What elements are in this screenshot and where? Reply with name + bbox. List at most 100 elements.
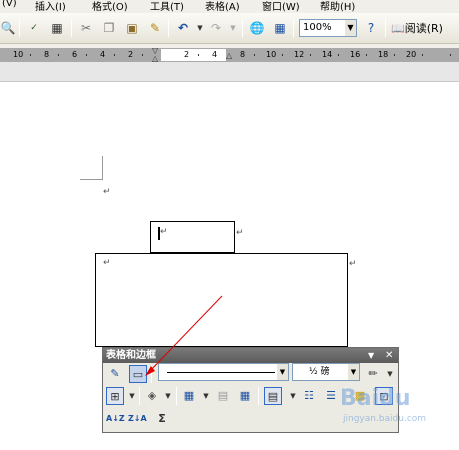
read-button[interactable]: 📖阅读(R) (391, 20, 443, 37)
ruler-tick: 4 (100, 50, 106, 59)
tables-borders-icon[interactable]: ▦ (272, 20, 288, 36)
chevron-down-icon[interactable]: ▼ (345, 20, 356, 36)
ruler-dot (198, 54, 199, 56)
ruler-dot (114, 54, 115, 56)
ruler-tick: 8 (44, 50, 50, 59)
ruler-tick: 12 (294, 50, 305, 59)
ruler-tick: 20 (406, 50, 417, 59)
table-cell-large[interactable] (95, 253, 348, 347)
spelling-icon[interactable]: ✓ (26, 20, 42, 36)
ruler-dot (450, 54, 451, 56)
help-icon[interactable]: ? (363, 20, 379, 36)
undo-dropdown-icon[interactable]: ▼ (192, 20, 208, 36)
border-color-icon[interactable]: ✏ (364, 365, 382, 383)
menu-view[interactable]: (V) (2, 0, 17, 9)
word-window: (V) 插入(I) 格式(O) 工具(T) 表格(A) 窗口(W) 帮助(H) … (0, 0, 459, 450)
redo-dropdown-icon[interactable]: ▼ (225, 20, 241, 36)
row-end-mark: ↵ (236, 228, 244, 238)
ruler-dot (282, 54, 283, 56)
menu-help[interactable]: 帮助(H) (320, 0, 355, 13)
line-style-select[interactable]: ▼ (158, 363, 289, 381)
ruler-dot (394, 54, 395, 56)
ruler-tick: 10 (13, 50, 24, 59)
margin-corner-mark (102, 156, 103, 180)
distribute-rows-icon[interactable]: ☷ (300, 387, 318, 405)
draw-table-icon[interactable]: ✎ (106, 365, 124, 383)
baidu-watermark-url: jingyan.baidu.com (343, 414, 427, 424)
line-weight-select[interactable]: ½ 磅 ▼ (292, 363, 360, 381)
toolbar-separator (242, 19, 243, 37)
print-preview-icon[interactable]: 🔍 (0, 20, 16, 36)
toolbar-title[interactable]: 表格和边框 (103, 348, 398, 363)
menu-table[interactable]: 表格(A) (205, 0, 240, 13)
cut-icon[interactable]: ✂ (78, 20, 94, 36)
ruler-tick: 16 (350, 50, 361, 59)
ruler-dot (366, 54, 367, 56)
copy-icon[interactable]: ❐ (101, 20, 117, 36)
ruler-dot (142, 54, 143, 56)
merge-cells-icon[interactable]: ▤ (214, 387, 232, 405)
hyperlink-icon[interactable]: 🌐 (249, 20, 265, 36)
chevron-down-icon[interactable]: ▼ (197, 387, 215, 405)
outside-border-icon[interactable]: ⊞ (106, 387, 124, 405)
margin-corner-mark (80, 179, 103, 180)
read-icon: 📖 (391, 22, 405, 35)
toolbar-separator (139, 387, 140, 405)
table-cell-small[interactable] (150, 221, 235, 253)
menu-window[interactable]: 窗口(W) (262, 0, 300, 13)
toolbar-options-icon[interactable]: ▼ (368, 348, 374, 363)
toolbar-separator (258, 387, 259, 405)
close-icon[interactable]: ✕ (385, 348, 393, 363)
toolbar-separator (176, 387, 177, 405)
ruler-dot (310, 54, 311, 56)
line-weight-value: ½ 磅 (309, 367, 330, 377)
chevron-down-icon[interactable]: ▼ (159, 387, 177, 405)
ruler-dot (30, 54, 31, 56)
chevron-down-icon[interactable]: ▼ (348, 364, 359, 380)
ruler-tick: 6 (72, 50, 78, 59)
split-cells-icon[interactable]: ▦ (236, 387, 254, 405)
toolbar-separator (293, 19, 294, 37)
chevron-down-icon[interactable]: ▼ (277, 364, 288, 380)
toolbar-separator (151, 365, 152, 383)
ruler-tick: 10 (266, 50, 277, 59)
menu-tools[interactable]: 工具(T) (150, 0, 184, 13)
format-painter-icon[interactable]: ✎ (147, 20, 163, 36)
menu-format[interactable]: 格式(O) (92, 0, 128, 13)
baidu-watermark-logo: Baidu (340, 386, 411, 411)
research-icon[interactable]: ▦ (49, 20, 65, 36)
row-end-mark: ↵ (349, 259, 357, 269)
redo-icon[interactable]: ↷ (208, 20, 224, 36)
ruler-tick: 14 (322, 50, 333, 59)
chevron-down-icon[interactable]: ▼ (381, 365, 399, 383)
line-style-sample (167, 372, 275, 373)
toolbar-separator (19, 19, 20, 37)
ruler-shadow (0, 62, 459, 82)
ruler-tick: 2 (128, 50, 134, 59)
insert-table-icon[interactable]: ▦ (180, 387, 198, 405)
autosum-icon[interactable]: Σ (153, 410, 171, 428)
align-top-icon[interactable]: ▤ (264, 387, 282, 405)
paste-icon[interactable]: ▣ (124, 20, 140, 36)
cell-end-mark: ↵ (160, 227, 168, 237)
ruler-dot (254, 54, 255, 56)
paragraph-mark: ↵ (103, 187, 111, 197)
ruler-tick: 8 (240, 50, 246, 59)
distribute-columns-icon[interactable]: ☰ (322, 387, 340, 405)
ruler-tick: 2 (184, 50, 190, 59)
toolbar-separator (168, 19, 169, 37)
toolbar-separator (71, 19, 72, 37)
menu-insert[interactable]: 插入(I) (35, 0, 66, 13)
toolbar-separator (385, 19, 386, 37)
sort-ascending-icon[interactable]: A↓Z (106, 410, 125, 428)
eraser-icon[interactable]: ▭ (129, 365, 147, 383)
ruler-dot (422, 54, 423, 56)
ruler-tick: 4 (212, 50, 218, 59)
sort-descending-icon[interactable]: Z↓A (128, 410, 147, 428)
standard-toolbar: 🔍 ✓ ▦ ✂ ❐ ▣ ✎ ↶ ▼ ↷ ▼ 🌐 ▦ 100% ▼ ? 📖阅读(R… (0, 13, 459, 44)
right-indent-icon[interactable]: △ (226, 52, 232, 60)
ruler-dot (338, 54, 339, 56)
ruler-dot (86, 54, 87, 56)
read-label: 阅读(R) (404, 22, 443, 35)
undo-icon[interactable]: ↶ (175, 20, 191, 36)
